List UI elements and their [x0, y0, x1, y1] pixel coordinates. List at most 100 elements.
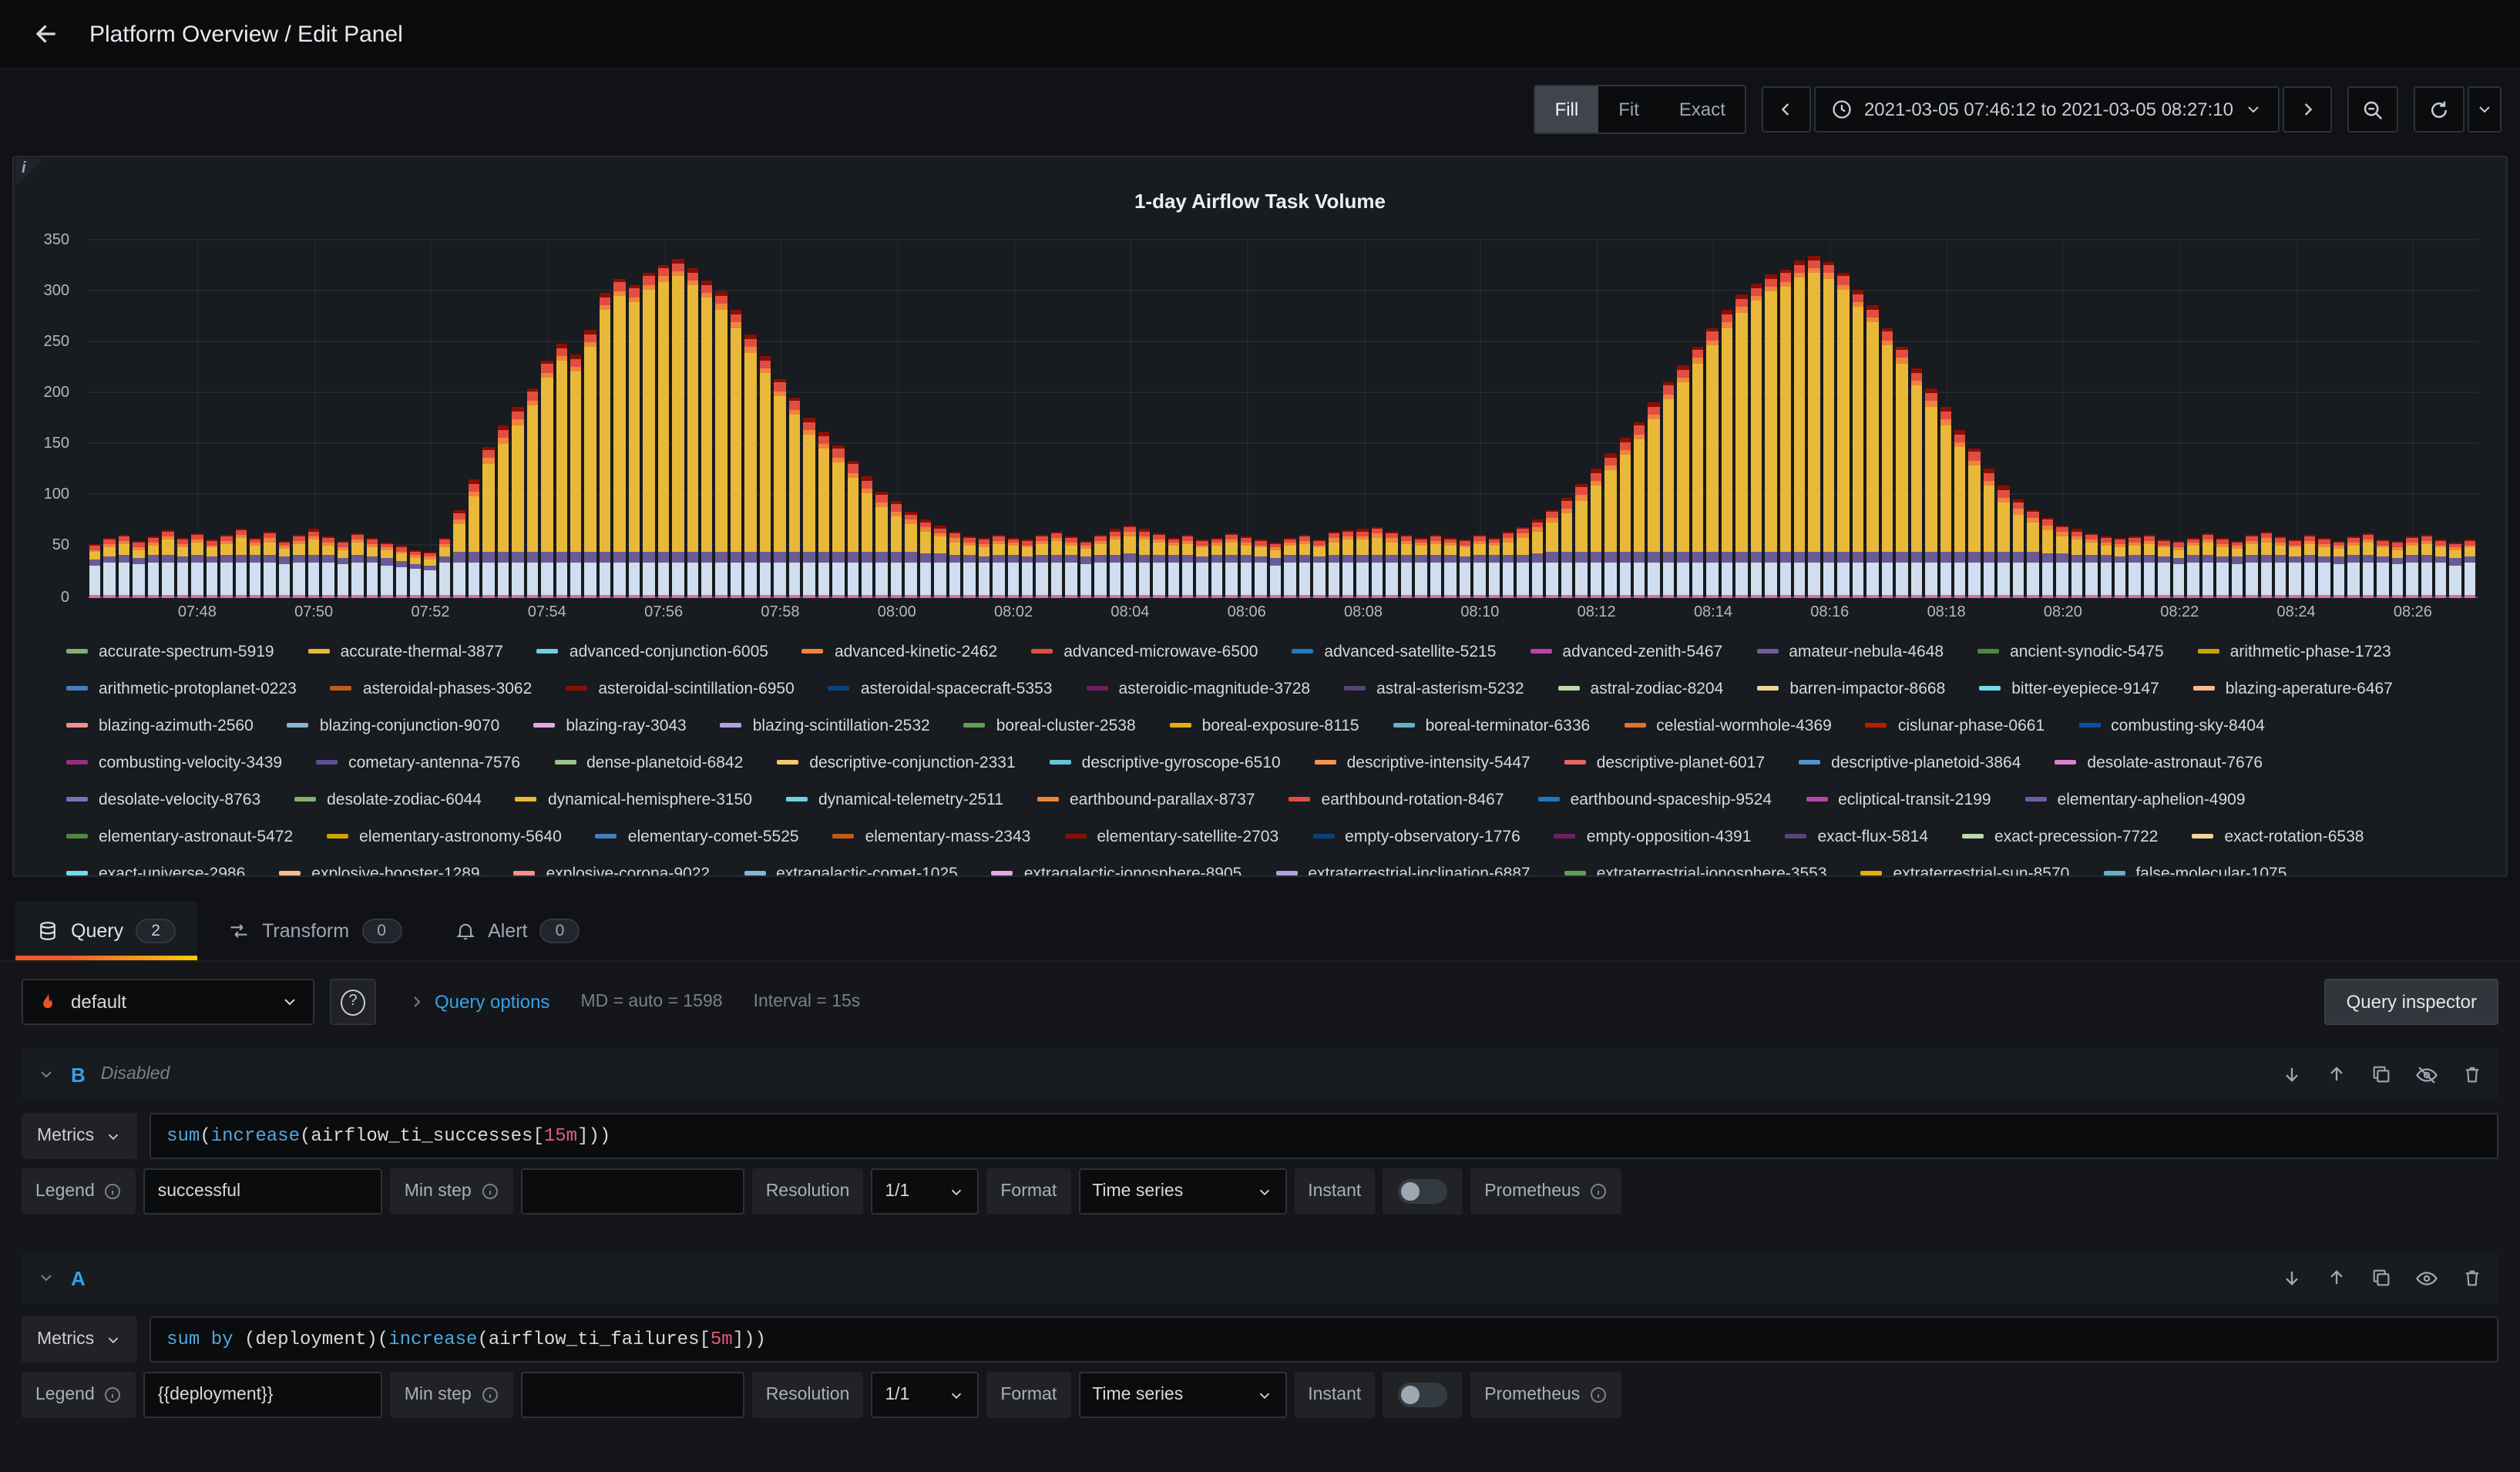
delete-query-button[interactable] — [2461, 1064, 2483, 1085]
instant-toggle[interactable] — [1398, 1179, 1447, 1204]
legend-item[interactable]: dense-planetoid-6842 — [554, 751, 743, 773]
legend-item[interactable]: blazing-conjunction-9070 — [287, 714, 500, 736]
resolution-select[interactable]: 1/1 — [871, 1372, 979, 1418]
legend-item[interactable]: extraterrestrial-sun-8570 — [1861, 862, 2070, 877]
back-button[interactable] — [25, 12, 68, 55]
query-inspector-button[interactable]: Query inspector — [2325, 979, 2498, 1025]
legend-item[interactable]: dynamical-hemisphere-3150 — [516, 788, 752, 810]
legend-item[interactable]: asteroidal-scintillation-6950 — [566, 677, 795, 699]
duplicate-query-button[interactable] — [2370, 1064, 2392, 1085]
time-range-picker[interactable]: 2021-03-05 07:46:12 to 2021-03-05 08:27:… — [1815, 86, 2280, 133]
fit-option-fit[interactable]: Fit — [1598, 86, 1659, 133]
legend-item[interactable]: false-molecular-1075 — [2103, 862, 2286, 877]
min-step-input[interactable] — [521, 1372, 744, 1418]
fit-option-fill[interactable]: Fill — [1535, 86, 1599, 133]
fit-option-exact[interactable]: Exact — [1659, 86, 1746, 133]
legend-item[interactable]: exact-rotation-6538 — [2192, 825, 2364, 847]
legend-item[interactable]: advanced-zenith-5467 — [1530, 640, 1722, 662]
format-select[interactable]: Time series — [1078, 1168, 1286, 1215]
min-step-input[interactable] — [521, 1168, 744, 1215]
legend-item[interactable]: advanced-satellite-5215 — [1292, 640, 1496, 662]
move-query-down-button[interactable] — [2281, 1064, 2303, 1085]
legend-item[interactable]: descriptive-planet-6017 — [1564, 751, 1765, 773]
legend-item[interactable]: combusting-velocity-3439 — [66, 751, 282, 773]
legend-item[interactable]: earthbound-rotation-8467 — [1289, 788, 1504, 810]
legend-item[interactable]: desolate-velocity-8763 — [66, 788, 260, 810]
legend-item[interactable]: cislunar-phase-0661 — [1866, 714, 2045, 736]
instant-toggle[interactable] — [1398, 1383, 1447, 1407]
delete-query-button[interactable] — [2461, 1267, 2483, 1289]
query-a-expression[interactable]: sum by (deployment)(increase(airflow_ti_… — [150, 1316, 2498, 1363]
legend-item[interactable]: extraterrestrial-inclination-6887 — [1275, 862, 1530, 877]
legend-item[interactable]: ancient-synodic-5475 — [1977, 640, 2164, 662]
datasource-help-button[interactable]: ? — [330, 979, 376, 1025]
legend-item[interactable]: exact-precession-7722 — [1962, 825, 2158, 847]
query-options-toggle[interactable]: Query options — [407, 991, 549, 1013]
datasource-picker[interactable]: default — [22, 979, 314, 1025]
legend-item[interactable]: boreal-exposure-8115 — [1170, 714, 1359, 736]
legend-item[interactable]: asteroidic-magnitude-3728 — [1086, 677, 1310, 699]
legend-item[interactable]: accurate-spectrum-5919 — [66, 640, 274, 662]
legend-item[interactable]: elementary-astronomy-5640 — [327, 825, 562, 847]
legend-item[interactable]: descriptive-conjunction-2331 — [777, 751, 1015, 773]
move-query-up-button[interactable] — [2326, 1064, 2347, 1085]
legend-item[interactable]: asteroidal-phases-3062 — [331, 677, 533, 699]
legend-item[interactable]: boreal-cluster-2538 — [964, 714, 1136, 736]
query-b-header[interactable]: B Disabled — [22, 1048, 2498, 1101]
time-shift-forward-button[interactable] — [2283, 86, 2332, 133]
legend-item[interactable]: bitter-eyepiece-9147 — [1979, 677, 2159, 699]
legend-item[interactable]: exact-universe-2986 — [66, 862, 245, 877]
legend-item[interactable]: descriptive-intensity-5447 — [1315, 751, 1530, 773]
legend-item[interactable]: blazing-aperature-6467 — [2193, 677, 2393, 699]
resolution-select[interactable]: 1/1 — [871, 1168, 979, 1215]
format-select[interactable]: Time series — [1078, 1372, 1286, 1418]
legend-item[interactable]: blazing-ray-3043 — [533, 714, 686, 736]
legend-item[interactable]: explosive-corona-9022 — [514, 862, 710, 877]
legend-item[interactable]: extragalactic-comet-1025 — [744, 862, 958, 877]
legend-item[interactable]: extraterrestrial-ionosphere-3553 — [1564, 862, 1827, 877]
legend-item[interactable]: elementary-mass-2343 — [833, 825, 1031, 847]
query-b-expression[interactable]: sum(increase(airflow_ti_successes[15m])) — [150, 1113, 2498, 1159]
move-query-down-button[interactable] — [2281, 1267, 2303, 1289]
legend-item[interactable]: barren-impactor-8668 — [1757, 677, 1945, 699]
legend-item[interactable]: elementary-aphelion-4909 — [2025, 788, 2246, 810]
legend-item[interactable]: amateur-nebula-4648 — [1756, 640, 1944, 662]
legend-format-input[interactable] — [144, 1372, 383, 1418]
toggle-query-visibility-button[interactable] — [2415, 1063, 2438, 1086]
tab-alert[interactable]: Alert 0 — [432, 902, 601, 960]
legend-item[interactable]: advanced-microwave-6500 — [1031, 640, 1258, 662]
legend-item[interactable]: arithmetic-protoplanet-0223 — [66, 677, 297, 699]
panel-info-corner-icon[interactable]: i — [15, 159, 46, 183]
metrics-dropdown[interactable]: Metrics — [22, 1316, 137, 1363]
legend-format-input[interactable] — [144, 1168, 383, 1215]
duplicate-query-button[interactable] — [2370, 1267, 2392, 1289]
legend-item[interactable]: arithmetic-phase-1723 — [2198, 640, 2391, 662]
legend-item[interactable]: asteroidal-spacecraft-5353 — [828, 677, 1053, 699]
legend-item[interactable]: blazing-scintillation-2532 — [721, 714, 930, 736]
legend-item[interactable]: elementary-comet-5525 — [596, 825, 799, 847]
legend-item[interactable]: dynamical-telemetry-2511 — [786, 788, 1003, 810]
query-a-header[interactable]: A — [22, 1252, 2498, 1304]
legend-item[interactable]: blazing-azimuth-2560 — [66, 714, 254, 736]
legend-item[interactable]: cometary-antenna-7576 — [316, 751, 520, 773]
time-shift-back-button[interactable] — [1762, 86, 1812, 133]
legend-item[interactable]: elementary-astronaut-5472 — [66, 825, 293, 847]
refresh-button[interactable] — [2414, 86, 2465, 133]
legend-item[interactable]: elementary-satellite-2703 — [1064, 825, 1278, 847]
metrics-dropdown[interactable]: Metrics — [22, 1113, 137, 1159]
legend-item[interactable]: desolate-zodiac-6044 — [294, 788, 482, 810]
legend-item[interactable]: celestial-wormhole-4369 — [1624, 714, 1832, 736]
legend-item[interactable]: earthbound-parallax-8737 — [1037, 788, 1255, 810]
legend-item[interactable]: empty-observatory-1776 — [1312, 825, 1520, 847]
legend-item[interactable]: combusting-sky-8404 — [2078, 714, 2265, 736]
zoom-out-button[interactable] — [2347, 86, 2398, 133]
refresh-interval-dropdown[interactable] — [2468, 86, 2502, 133]
tab-query[interactable]: Query 2 — [15, 902, 197, 960]
legend-item[interactable]: boreal-terminator-6336 — [1393, 714, 1591, 736]
legend-item[interactable]: exact-flux-5814 — [1785, 825, 1928, 847]
legend-item[interactable]: desolate-astronaut-7676 — [2055, 751, 2263, 773]
tab-transform[interactable]: Transform 0 — [207, 902, 423, 960]
legend-item[interactable]: descriptive-planetoid-3864 — [1799, 751, 2021, 773]
legend-item[interactable]: astral-zodiac-8204 — [1558, 677, 1724, 699]
legend-item[interactable]: astral-asterism-5232 — [1344, 677, 1524, 699]
